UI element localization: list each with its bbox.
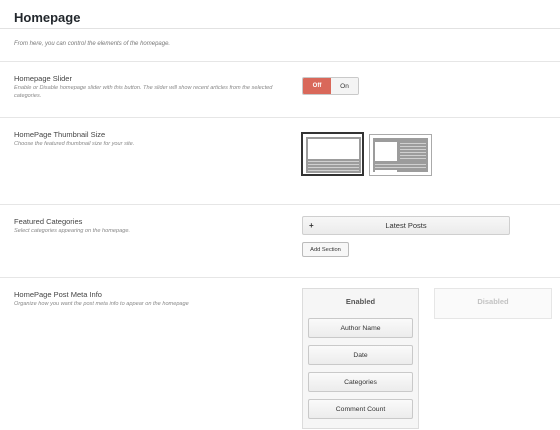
disabled-meta-list[interactable]: Disabled [434, 288, 552, 319]
thumbnail-option-large[interactable] [301, 132, 364, 176]
featured-title: Featured Categories [14, 217, 83, 226]
latest-posts-section-item[interactable]: + Latest Posts [302, 216, 510, 235]
thumbnail-option-small[interactable] [369, 134, 432, 176]
featured-label-group: Featured Categories Select categories ap… [14, 217, 276, 235]
thumbnail-size-section: HomePage Thumbnail Size Choose the featu… [0, 118, 560, 205]
homepage-slider-section: Homepage Slider Enable or Disable homepa… [0, 62, 560, 118]
large-thumbnail-layout-icon [306, 137, 361, 173]
thumbnail-label-group: HomePage Thumbnail Size Choose the featu… [14, 130, 276, 148]
add-section-button[interactable]: Add Section [302, 242, 349, 257]
meta-item-date[interactable]: Date [308, 345, 413, 365]
featured-categories-section: Featured Categories Select categories ap… [0, 205, 560, 278]
slider-label-group: Homepage Slider Enable or Disable homepa… [14, 74, 276, 100]
slider-description: Enable or Disable homepage slider with t… [14, 85, 273, 99]
slider-title: Homepage Slider [14, 74, 72, 83]
slider-toggle: Off On [302, 77, 359, 95]
enabled-meta-list[interactable]: Enabled Author Name Date Categories Comm… [302, 288, 419, 429]
latest-posts-label: Latest Posts [385, 221, 427, 230]
page-header: Homepage [0, 0, 560, 29]
page-title: Homepage [14, 10, 81, 25]
meta-title: HomePage Post Meta Info [14, 290, 102, 299]
small-thumbnail-layout-icon [373, 138, 428, 172]
enabled-heading: Enabled [345, 297, 376, 306]
meta-item-comment-count[interactable]: Comment Count [308, 399, 413, 419]
thumbnail-title: HomePage Thumbnail Size [14, 130, 106, 139]
post-meta-section: HomePage Post Meta Info Organize how you… [0, 278, 560, 429]
intro-section: From here, you can control the elements … [0, 29, 560, 62]
thumbnail-description: Choose the featured thumbnail size for y… [14, 141, 135, 147]
toggle-off-button[interactable]: Off [303, 78, 331, 94]
meta-label-group: HomePage Post Meta Info Organize how you… [14, 290, 276, 308]
toggle-on-button[interactable]: On [331, 78, 358, 94]
meta-item-categories[interactable]: Categories [308, 372, 413, 392]
intro-text: From here, you can control the elements … [14, 41, 171, 47]
disabled-heading: Disabled [477, 297, 509, 306]
meta-description: Organize how you want the post meta info… [14, 301, 189, 307]
meta-item-author-name[interactable]: Author Name [308, 318, 413, 338]
featured-description: Select categories appearing on the homep… [14, 228, 130, 234]
